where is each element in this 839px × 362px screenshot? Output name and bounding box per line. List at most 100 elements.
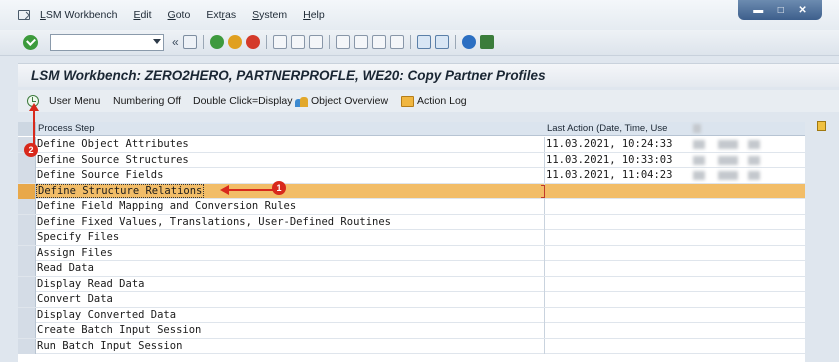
process-step-cell[interactable]: Assign Files [37,247,113,259]
table-row[interactable]: Define Source Fields 11.03.2021, 11:04:23 [18,168,805,184]
row-selector[interactable] [18,168,36,183]
menu-exit-icon[interactable] [18,10,30,20]
table-row[interactable]: Create Batch Input Session [18,323,805,339]
help-icon[interactable] [461,35,476,49]
numbering-off-button[interactable]: Numbering Off [113,95,181,107]
menu-item-edit[interactable]: Edit [133,9,151,21]
table-row[interactable]: Display Read Data [18,276,805,292]
menu-item-help[interactable]: Help [303,9,325,21]
menu-item-goto[interactable]: Goto [168,9,191,21]
object-overview-label: Object Overview [311,95,389,107]
shortcut-icon[interactable] [434,35,449,49]
action-log-button[interactable]: Action Log [401,95,467,107]
table-row[interactable]: Define Field Mapping and Conversion Rule… [18,199,805,215]
close-icon[interactable]: ✕ [798,5,806,16]
process-step-cell[interactable]: Display Converted Data [37,309,176,321]
toolbar-separator [202,35,204,49]
column-divider [544,338,545,354]
toolbar-separator [454,35,456,49]
table-row[interactable]: Specify Files [18,230,805,246]
process-step-cell[interactable]: Run Batch Input Session [37,340,182,352]
redacted-user [718,140,738,149]
redacted-user [748,155,760,165]
table-row[interactable]: Run Batch Input Session [18,338,805,354]
menu-item-system[interactable]: System [252,9,287,21]
column-divider [544,323,545,338]
redacted-user [693,155,705,165]
maximize-icon[interactable]: □ [778,5,784,16]
process-step-cell[interactable]: Define Object Attributes [37,138,189,150]
title-bar: LSM Workbench: ZERO2HERO, PARTNERPROFLE,… [18,63,839,87]
print-icon[interactable] [272,35,287,49]
row-selector[interactable] [18,276,36,292]
people-icon [295,96,308,107]
menu-item-lsm-workbench[interactable]: LSM Workbench [40,9,117,21]
column-divider [544,276,545,292]
column-header-process-step[interactable]: Process Step [38,123,95,134]
redacted-user [693,171,705,180]
minimize-icon[interactable]: ▬ [753,5,763,16]
process-step-cell[interactable]: Define Source Fields [37,169,163,181]
standard-toolbar: « [0,30,839,56]
callout-badge-2: 2 [24,143,38,157]
history-back-icon[interactable]: « [172,35,179,49]
process-step-cell[interactable]: Read Data [37,262,94,274]
process-step-cell[interactable]: Specify Files [37,231,119,243]
column-divider [544,230,545,245]
row-selector[interactable] [18,245,36,261]
new-session-icon[interactable] [416,35,431,49]
process-step-cell[interactable]: Define Field Mapping and Conversion Rule… [37,200,296,212]
save-icon[interactable] [182,35,197,49]
row-selector[interactable] [18,323,36,338]
process-step-cell[interactable]: Convert Data [37,293,113,305]
row-selector[interactable] [18,292,36,307]
row-selector[interactable] [18,261,36,276]
window-controls: ▬ □ ✕ [738,0,822,20]
command-field[interactable] [50,34,164,51]
arrow-head-icon [29,103,39,111]
customize-layout-icon[interactable] [479,35,494,49]
previous-page-icon[interactable] [353,35,368,49]
row-selector[interactable] [18,214,36,230]
enter-icon[interactable] [23,35,38,50]
process-step-cell[interactable]: Define Source Structures [37,154,189,166]
process-step-cell[interactable]: Define Structure Relations [36,183,205,198]
focus-bracket [541,184,545,198]
process-step-cell[interactable]: Define Fixed Values, Translations, User-… [37,216,391,228]
column-divider [544,261,545,276]
row-selector[interactable] [18,307,36,323]
column-header-last-action[interactable]: Last Action (Date, Time, Use [547,123,667,134]
first-page-icon[interactable] [335,35,350,49]
table-row[interactable]: Assign Files [18,245,805,261]
last-page-icon[interactable] [389,35,404,49]
table-row[interactable]: Convert Data [18,292,805,308]
row-selector[interactable] [18,230,36,245]
exit-icon[interactable] [227,35,242,49]
row-selector[interactable] [18,183,36,199]
next-page-icon[interactable] [371,35,386,49]
process-step-cell[interactable]: Create Batch Input Session [37,324,201,336]
table-row[interactable]: Define Fixed Values, Translations, User-… [18,214,805,230]
last-action-cell: 11.03.2021, 10:24:33 [546,138,673,150]
process-step-cell[interactable]: Display Read Data [37,278,144,290]
table-row[interactable]: Define Source Structures 11.03.2021, 10:3… [18,152,805,168]
chevron-down-icon[interactable] [153,39,161,44]
double-click-label: Double Click=Display [193,95,293,107]
table-row[interactable]: Read Data [18,261,805,277]
row-selector[interactable] [18,338,36,354]
menu-item-extras[interactable]: Extras [206,9,236,21]
toolbar-icons: « [172,35,494,49]
double-click-display-button[interactable]: Double Click=Display [193,95,293,107]
row-selector[interactable] [18,199,36,214]
cancel-icon[interactable] [245,35,260,49]
table-row[interactable]: Define Structure Relations [18,183,805,199]
table-row[interactable]: Define Object Attributes 11.03.2021, 10:2… [18,137,805,153]
find-next-icon[interactable] [308,35,323,49]
find-icon[interactable] [290,35,305,49]
settings-icon[interactable] [817,121,826,131]
toolbar-separator [328,35,330,49]
user-menu-button[interactable]: User Menu [49,95,100,107]
table-row[interactable]: Display Converted Data [18,307,805,323]
object-overview-button[interactable]: Object Overview [295,95,388,107]
back-icon[interactable] [209,35,224,49]
